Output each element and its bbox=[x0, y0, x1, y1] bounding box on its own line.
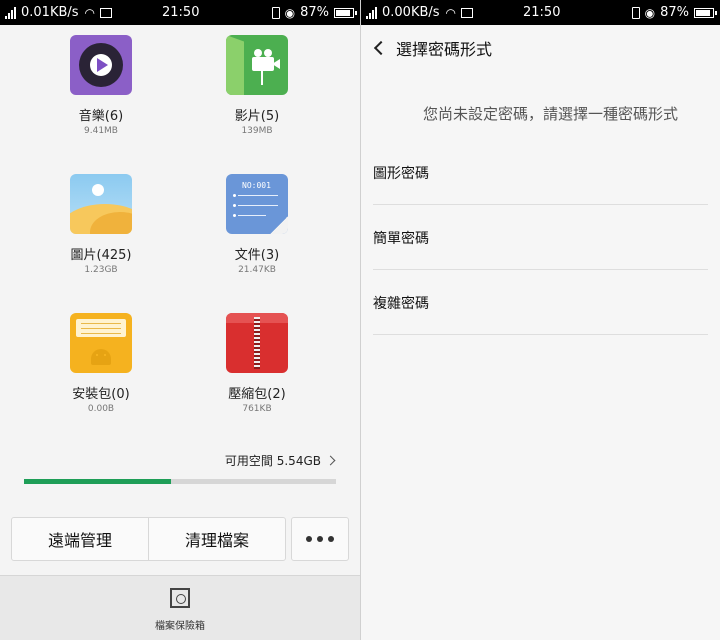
safe-icon bbox=[170, 588, 190, 608]
eye-icon: ◉ bbox=[284, 5, 296, 20]
page-title: 選擇密碼形式 bbox=[396, 39, 493, 59]
option-complex-password[interactable]: 複雜密碼 bbox=[373, 271, 708, 335]
category-video[interactable]: 影片(5) 139MB bbox=[197, 35, 317, 136]
image-notification-icon bbox=[100, 7, 113, 18]
app-bar: 選擇密碼形式 bbox=[361, 25, 720, 70]
status-time: 21:50 bbox=[523, 5, 561, 20]
storage-progress-bar bbox=[24, 479, 336, 484]
category-documents[interactable]: NO:001 文件(3) 21.47KB bbox=[197, 174, 317, 275]
category-name: 音樂(6) bbox=[78, 109, 124, 124]
clean-files-button[interactable]: 清理檔案 bbox=[149, 518, 285, 560]
category-images[interactable]: 圖片(425) 1.23GB bbox=[41, 174, 161, 275]
document-icon: NO:001 bbox=[226, 174, 288, 234]
file-vault-button[interactable]: 檔案保險箱 bbox=[0, 575, 360, 640]
category-size: 21.47KB bbox=[238, 265, 276, 275]
status-bar: 0.00KB/s ◠ 21:50 ◉ 87% bbox=[361, 0, 720, 25]
image-icon bbox=[70, 174, 132, 234]
network-rate: 0.00KB/s bbox=[382, 5, 440, 20]
category-size: 139MB bbox=[241, 126, 273, 136]
battery-percent: 87% bbox=[660, 5, 689, 20]
more-dot-icon bbox=[328, 536, 334, 542]
battery-percent: 87% bbox=[300, 5, 329, 20]
battery-icon bbox=[694, 7, 717, 18]
category-name: 安裝包(0) bbox=[72, 387, 130, 402]
file-manager-screen: 0.01KB/s ◠ 21:50 ◉ 87% 音樂(6) 9.41MB 影片(5… bbox=[0, 0, 360, 640]
free-space-link[interactable]: 可用空間 5.54GB bbox=[0, 452, 360, 469]
option-simple-password[interactable]: 簡單密碼 bbox=[373, 206, 708, 270]
status-bar: 0.01KB/s ◠ 21:50 ◉ 87% bbox=[0, 0, 360, 25]
status-time: 21:50 bbox=[162, 5, 200, 20]
more-options-button[interactable] bbox=[291, 517, 349, 561]
signal-icon bbox=[366, 6, 377, 19]
option-pattern-password[interactable]: 圖形密碼 bbox=[373, 141, 708, 205]
free-space-label: 可用空間 5.54GB bbox=[224, 454, 321, 468]
category-apk[interactable]: 安裝包(0) 0.00B bbox=[41, 313, 161, 414]
category-music[interactable]: 音樂(6) 9.41MB bbox=[41, 35, 161, 136]
network-rate: 0.01KB/s bbox=[21, 5, 79, 20]
wifi-icon: ◠ bbox=[445, 5, 457, 20]
storage-progress-fill bbox=[24, 479, 171, 484]
image-notification-icon bbox=[461, 7, 474, 18]
category-archives[interactable]: 壓縮包(2) 761KB bbox=[197, 313, 317, 414]
eye-icon: ◉ bbox=[644, 5, 656, 20]
zip-archive-icon bbox=[226, 313, 288, 373]
android-package-icon bbox=[70, 313, 132, 373]
video-camera-icon bbox=[226, 35, 288, 95]
action-bar: 遠端管理 清理檔案 bbox=[11, 517, 286, 561]
vibrate-icon bbox=[271, 6, 280, 19]
category-size: 761KB bbox=[242, 404, 272, 414]
category-name: 圖片(425) bbox=[70, 248, 132, 263]
battery-icon bbox=[334, 7, 357, 18]
category-name: 文件(3) bbox=[234, 248, 280, 263]
category-name: 影片(5) bbox=[234, 109, 280, 124]
wifi-icon: ◠ bbox=[84, 5, 96, 20]
remote-manage-button[interactable]: 遠端管理 bbox=[12, 518, 149, 560]
vibrate-icon bbox=[631, 6, 640, 19]
more-dot-icon bbox=[317, 536, 323, 542]
chevron-right-icon bbox=[325, 455, 336, 466]
back-arrow-icon[interactable] bbox=[373, 40, 389, 55]
signal-icon bbox=[5, 6, 16, 19]
more-dot-icon bbox=[306, 536, 312, 542]
password-hint: 您尚未設定密碼，請選擇一種密碼形式 bbox=[422, 105, 678, 123]
category-size: 0.00B bbox=[87, 404, 115, 414]
category-name: 壓縮包(2) bbox=[228, 387, 286, 402]
password-type-screen: 0.00KB/s ◠ 21:50 ◉ 87% 選擇密碼形式 您尚未設定密碼，請選… bbox=[361, 0, 720, 640]
music-icon bbox=[70, 35, 132, 95]
file-vault-label: 檔案保險箱 bbox=[155, 621, 205, 632]
category-size: 1.23GB bbox=[84, 265, 118, 275]
category-size: 9.41MB bbox=[84, 126, 118, 136]
